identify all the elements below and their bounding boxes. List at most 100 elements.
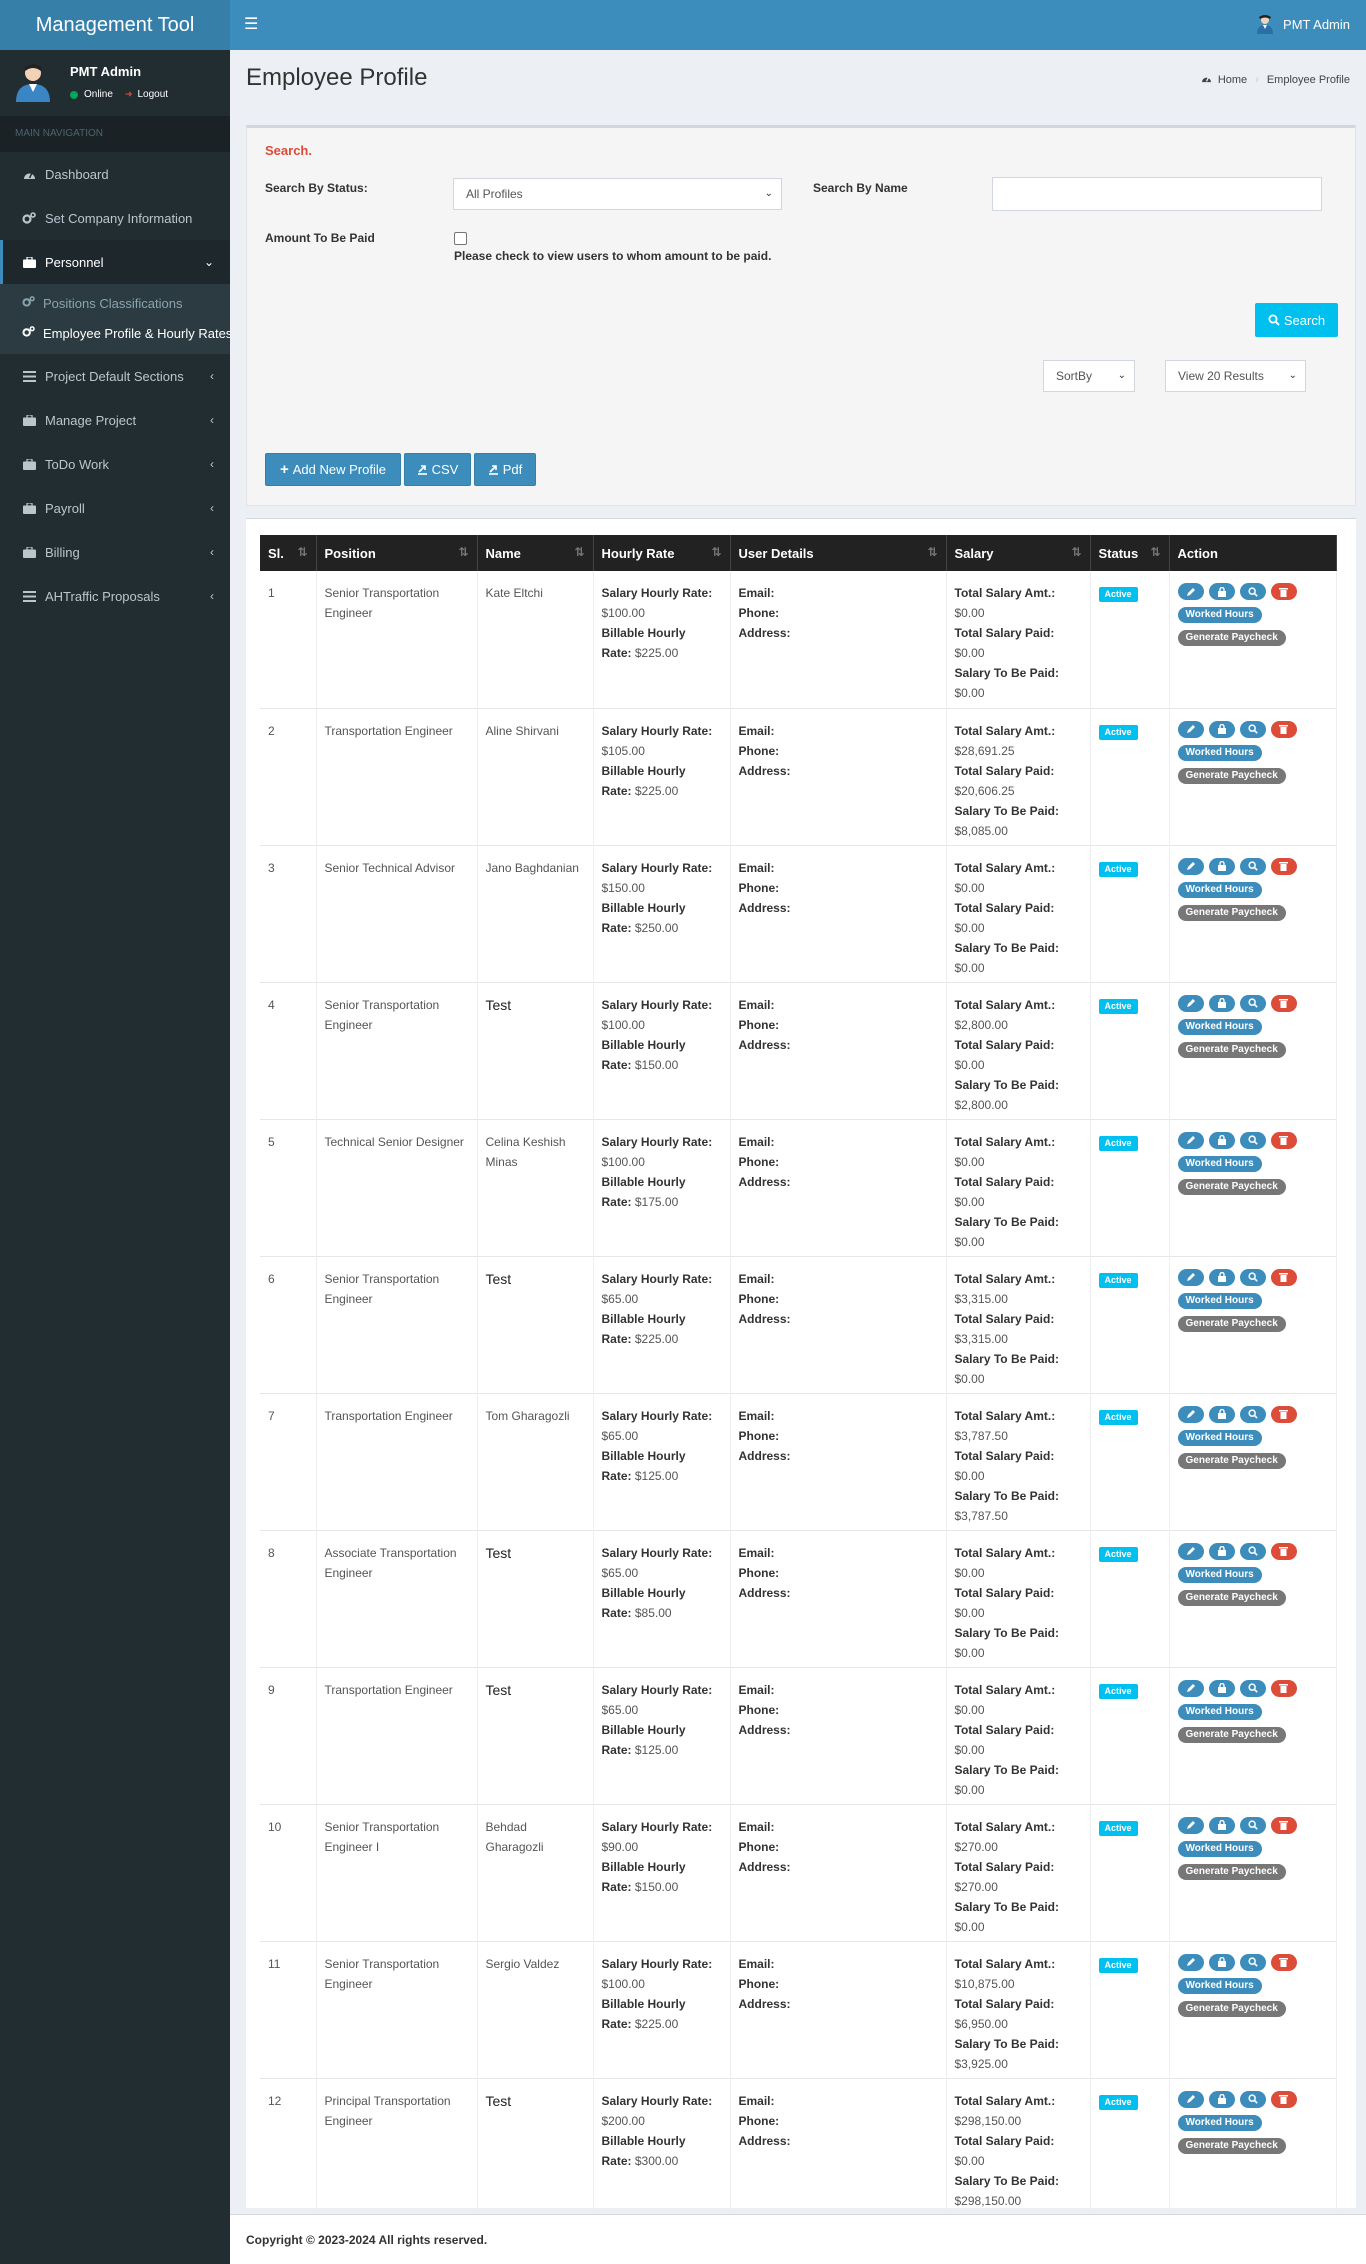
worked-hours-button[interactable]: Worked Hours	[1177, 1018, 1262, 1035]
sidebar-item-payroll[interactable]: Payroll ‹	[0, 486, 230, 530]
worked-hours-button[interactable]: Worked Hours	[1177, 2114, 1262, 2131]
col-header-name[interactable]: Name ⇅	[477, 535, 594, 571]
app-logo[interactable]: Management Tool	[0, 0, 230, 50]
delete-icon[interactable]	[1270, 1268, 1297, 1286]
view-search-icon[interactable]	[1239, 857, 1266, 875]
sortby-select[interactable]: SortBy ⌄	[1043, 360, 1135, 392]
delete-icon[interactable]	[1270, 1405, 1297, 1423]
sidebar-item-project-default-sections[interactable]: Project Default Sections ‹	[0, 354, 230, 398]
csv-button[interactable]: CSV	[404, 453, 471, 486]
status-select[interactable]: All Profiles ⌄	[453, 178, 782, 210]
edit-icon[interactable]	[1177, 1816, 1204, 1834]
lock-icon[interactable]	[1208, 1405, 1235, 1423]
col-header-status[interactable]: Status ⇅	[1090, 535, 1170, 571]
col-header-user-details[interactable]: User Details ⇅	[730, 535, 947, 571]
edit-icon[interactable]	[1177, 2090, 1204, 2108]
delete-icon[interactable]	[1270, 994, 1297, 1012]
sidebar-toggle-icon[interactable]: ☰	[244, 16, 258, 34]
sidebar-item-company-info[interactable]: Set Company Information	[0, 196, 230, 240]
lock-icon[interactable]	[1208, 994, 1235, 1012]
delete-icon[interactable]	[1270, 720, 1297, 738]
sidebar-item-billing[interactable]: Billing ‹	[0, 530, 230, 574]
edit-icon[interactable]	[1177, 1131, 1204, 1149]
worked-hours-button[interactable]: Worked Hours	[1177, 1840, 1262, 1857]
view-search-icon[interactable]	[1239, 1816, 1266, 1834]
worked-hours-button[interactable]: Worked Hours	[1177, 1703, 1262, 1720]
name-input[interactable]	[992, 177, 1322, 211]
lock-icon[interactable]	[1208, 1953, 1235, 1971]
worked-hours-button[interactable]: Worked Hours	[1177, 1155, 1262, 1172]
generate-paycheck-button[interactable]: Generate Paycheck	[1177, 767, 1286, 784]
lock-icon[interactable]	[1208, 583, 1235, 600]
generate-paycheck-button[interactable]: Generate Paycheck	[1177, 1315, 1286, 1332]
user-menu[interactable]: PMT Admin	[1255, 14, 1350, 34]
view-search-icon[interactable]	[1239, 583, 1266, 600]
edit-icon[interactable]	[1177, 857, 1204, 875]
view-search-icon[interactable]	[1239, 2090, 1266, 2108]
lock-icon[interactable]	[1208, 1679, 1235, 1697]
worked-hours-button[interactable]: Worked Hours	[1177, 1429, 1262, 1446]
col-header-sl[interactable]: Sl. ⇅	[260, 535, 317, 571]
edit-icon[interactable]	[1177, 583, 1204, 600]
delete-icon[interactable]	[1270, 1679, 1297, 1697]
generate-paycheck-button[interactable]: Generate Paycheck	[1177, 1726, 1286, 1743]
view-search-icon[interactable]	[1239, 1542, 1266, 1560]
breadcrumb-home[interactable]: Home	[1218, 74, 1247, 86]
lock-icon[interactable]	[1208, 1268, 1235, 1286]
view-search-icon[interactable]	[1239, 720, 1266, 738]
edit-icon[interactable]	[1177, 1542, 1204, 1560]
lock-icon[interactable]	[1208, 720, 1235, 738]
worked-hours-button[interactable]: Worked Hours	[1177, 1566, 1262, 1583]
edit-icon[interactable]	[1177, 1953, 1204, 1971]
edit-icon[interactable]	[1177, 1405, 1204, 1423]
generate-paycheck-button[interactable]: Generate Paycheck	[1177, 1589, 1286, 1606]
view-search-icon[interactable]	[1239, 1405, 1266, 1423]
sidebar-subitem-positions[interactable]: Positions Classifications	[0, 288, 230, 318]
delete-icon[interactable]	[1270, 1953, 1297, 1971]
lock-icon[interactable]	[1208, 857, 1235, 875]
logout-link[interactable]: Logout	[137, 89, 168, 100]
col-header-salary[interactable]: Salary ⇅	[946, 535, 1091, 571]
sidebar-item-dashboard[interactable]: Dashboard	[0, 152, 230, 196]
generate-paycheck-button[interactable]: Generate Paycheck	[1177, 1452, 1286, 1469]
delete-icon[interactable]	[1270, 857, 1297, 875]
pdf-button[interactable]: Pdf	[474, 453, 536, 486]
edit-icon[interactable]	[1177, 1679, 1204, 1697]
view-search-icon[interactable]	[1239, 1953, 1266, 1971]
delete-icon[interactable]	[1270, 1816, 1297, 1834]
generate-paycheck-button[interactable]: Generate Paycheck	[1177, 904, 1286, 921]
amount-checkbox[interactable]	[454, 232, 467, 245]
view-search-icon[interactable]	[1239, 1268, 1266, 1286]
delete-icon[interactable]	[1270, 1542, 1297, 1560]
edit-icon[interactable]	[1177, 994, 1204, 1012]
sidebar-item-todo-work[interactable]: ToDo Work ‹	[0, 442, 230, 486]
view-search-icon[interactable]	[1239, 1679, 1266, 1697]
worked-hours-button[interactable]: Worked Hours	[1177, 1977, 1262, 1994]
delete-icon[interactable]	[1270, 583, 1297, 600]
add-profile-button[interactable]: + Add New Profile	[265, 453, 401, 486]
generate-paycheck-button[interactable]: Generate Paycheck	[1177, 630, 1286, 646]
edit-icon[interactable]	[1177, 720, 1204, 738]
delete-icon[interactable]	[1270, 2090, 1297, 2108]
generate-paycheck-button[interactable]: Generate Paycheck	[1177, 1178, 1286, 1195]
lock-icon[interactable]	[1208, 1542, 1235, 1560]
worked-hours-button[interactable]: Worked Hours	[1177, 1292, 1262, 1309]
worked-hours-button[interactable]: Worked Hours	[1177, 881, 1262, 898]
generate-paycheck-button[interactable]: Generate Paycheck	[1177, 2137, 1286, 2154]
generate-paycheck-button[interactable]: Generate Paycheck	[1177, 1863, 1286, 1880]
view-search-icon[interactable]	[1239, 1131, 1266, 1149]
lock-icon[interactable]	[1208, 1131, 1235, 1149]
sidebar-item-personnel[interactable]: Personnel ⌄	[0, 240, 230, 284]
edit-icon[interactable]	[1177, 1268, 1204, 1286]
sidebar-subitem-employee-profile[interactable]: Employee Profile & Hourly Rates	[0, 318, 230, 348]
lock-icon[interactable]	[1208, 1816, 1235, 1834]
lock-icon[interactable]	[1208, 2090, 1235, 2108]
view-search-icon[interactable]	[1239, 994, 1266, 1012]
generate-paycheck-button[interactable]: Generate Paycheck	[1177, 2000, 1286, 2017]
sidebar-item-manage-project[interactable]: Manage Project ‹	[0, 398, 230, 442]
worked-hours-button[interactable]: Worked Hours	[1177, 744, 1262, 761]
generate-paycheck-button[interactable]: Generate Paycheck	[1177, 1041, 1286, 1058]
col-header-hourly-rate[interactable]: Hourly Rate ⇅	[593, 535, 731, 571]
sidebar-item-ahtraffic-proposals[interactable]: AHTraffic Proposals ‹	[0, 574, 230, 618]
results-select[interactable]: View 20 Results ⌄	[1165, 360, 1306, 392]
